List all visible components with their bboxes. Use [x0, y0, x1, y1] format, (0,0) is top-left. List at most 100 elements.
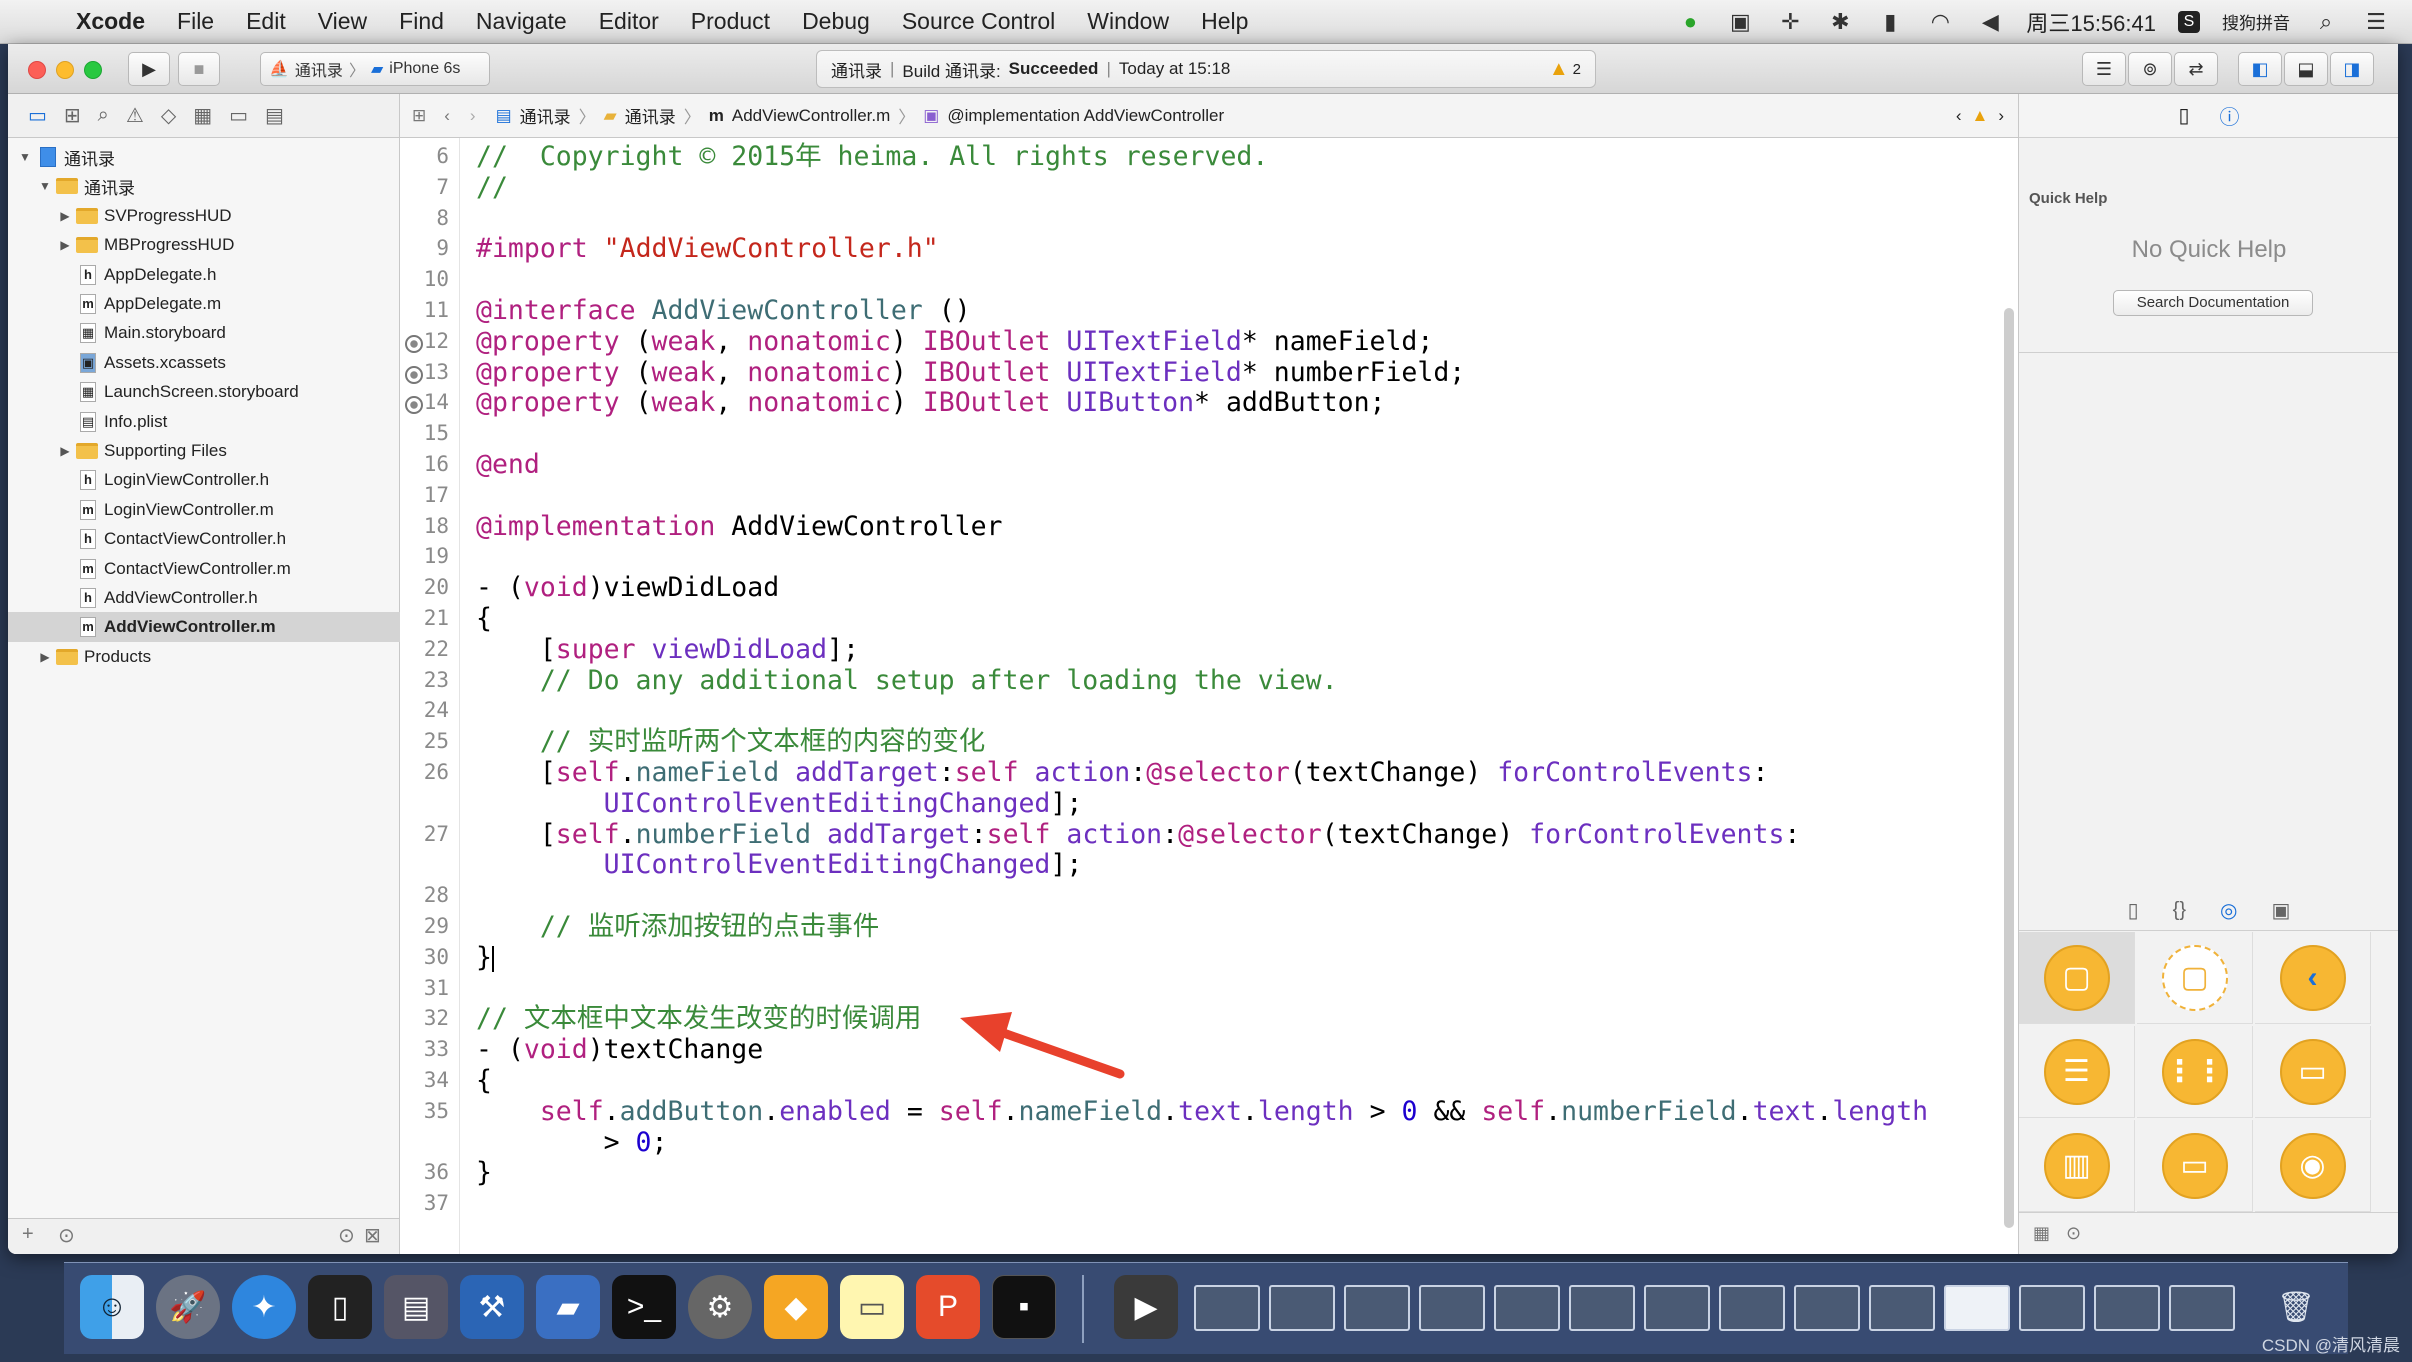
minimized-window-thumbnail[interactable]	[1569, 1285, 1635, 1331]
grid-view-icon[interactable]: ▦	[2033, 1223, 2050, 1244]
safari-icon[interactable]: ✦	[232, 1275, 296, 1339]
file-tree-item[interactable]: ▼ 通讯录	[8, 171, 400, 201]
network-icon[interactable]: ✛	[1776, 9, 1804, 35]
recent-files-icon[interactable]: ⊙	[58, 1223, 75, 1248]
minimize-window-button[interactable]	[56, 61, 74, 79]
trash-icon[interactable]: 🗑	[2264, 1275, 2328, 1339]
line-number[interactable]: 17	[401, 483, 449, 507]
find-navigator-icon[interactable]: ⌕	[98, 104, 109, 127]
library-item-tab-bar-controller[interactable]: ▭	[2255, 1026, 2371, 1118]
code-line[interactable]: UIControlEventEditingChanged];	[476, 788, 1083, 819]
menu-window[interactable]: Window	[1071, 8, 1185, 35]
code-line[interactable]: [super viewDidLoad];	[476, 634, 859, 665]
report-navigator-icon[interactable]: ▤	[265, 103, 284, 128]
line-number-gutter[interactable]: 6 7 8 9 10 11 12 13 14 15 16 17 18 19 20 21 22 23 24 25 26 27…	[400, 138, 460, 1254]
line-number[interactable]: 21	[401, 606, 449, 630]
next-issue-icon[interactable]: ›	[1998, 106, 2004, 126]
minimized-window-thumbnail[interactable]	[1944, 1285, 2010, 1331]
code-line[interactable]: UIControlEventEditingChanged];	[476, 850, 1083, 880]
line-number[interactable]: 23	[401, 668, 449, 692]
line-number[interactable]: 30	[401, 945, 449, 969]
code-line[interactable]: @implementation AddViewController	[476, 511, 1003, 542]
code-snippet-library-icon[interactable]: {}	[2173, 899, 2186, 922]
line-number[interactable]: 19	[401, 544, 449, 568]
object-library-icon[interactable]: ◎	[2220, 898, 2237, 923]
file-tree-item[interactable]: ▶ Supporting Files	[8, 436, 400, 466]
toggle-navigator-button[interactable]: ◧	[2238, 52, 2282, 86]
code-line[interactable]: #import "AddViewController.h"	[476, 234, 939, 264]
line-number[interactable]: 24	[401, 698, 449, 722]
line-number[interactable]: 37	[401, 1191, 449, 1215]
library-item-glkit-view-controller[interactable]: ◉	[2255, 1120, 2371, 1212]
minimized-window-thumbnail[interactable]	[1269, 1285, 1335, 1331]
mouse-app-icon[interactable]: ▯	[308, 1275, 372, 1339]
minimized-window-thumbnail[interactable]	[1419, 1285, 1485, 1331]
minimized-window-thumbnail[interactable]	[2019, 1285, 2085, 1331]
code-line[interactable]: {	[476, 1066, 492, 1096]
filter-options-icon[interactable]: ⊠	[364, 1223, 381, 1248]
menu-edit[interactable]: Edit	[230, 8, 302, 35]
code-line[interactable]: //	[476, 172, 508, 203]
minimized-window-thumbnail[interactable]	[1869, 1285, 1935, 1331]
filter-icon[interactable]: ⊙	[2066, 1223, 2081, 1244]
line-number[interactable]: 20	[401, 575, 449, 599]
menu-help[interactable]: Help	[1185, 8, 1264, 35]
disclosure-open-icon[interactable]: ▼	[38, 179, 52, 193]
menu-app-name[interactable]: Xcode	[60, 8, 161, 35]
file-tree-item[interactable]: ▤ Info.plist	[8, 407, 400, 437]
terminal-icon[interactable]: >_	[612, 1275, 676, 1339]
code-line[interactable]: }	[476, 942, 492, 973]
code-line[interactable]: @property (weak, nonatomic) IBOutlet UIT…	[476, 357, 1465, 388]
line-number[interactable]: 33	[401, 1037, 449, 1061]
file-tree-item[interactable]: ▶ SVProgressHUD	[8, 201, 400, 231]
line-number[interactable]: 9	[401, 236, 449, 260]
code-line[interactable]: {	[476, 604, 492, 634]
file-tree-item[interactable]: m LoginViewController.m	[8, 495, 400, 525]
source-editor[interactable]: 6 7 8 9 10 11 12 13 14 15 16 17 18 19 20 21 22 23 24 25 26 27…	[400, 138, 2018, 1254]
file-tree-item[interactable]: ▼ 通讯录	[8, 142, 400, 172]
volume-icon[interactable]: ◀	[1976, 9, 2004, 35]
outlet-connection-icon[interactable]	[405, 334, 423, 353]
search-documentation-button[interactable]: Search Documentation	[2113, 290, 2313, 316]
line-number[interactable]: 34	[401, 1068, 449, 1092]
prev-issue-icon[interactable]: ‹	[1956, 106, 1962, 126]
standard-editor-button[interactable]: ☰	[2082, 52, 2126, 86]
line-number[interactable]: 18	[401, 514, 449, 538]
add-file-icon[interactable]: +	[22, 1223, 34, 1246]
scm-filter-icon[interactable]: ⊙	[338, 1223, 355, 1248]
code-line[interactable]: [self.numberField addTarget:self action:…	[476, 819, 1801, 850]
file-tree-item[interactable]: ▦ Main.storyboard	[8, 318, 400, 348]
back-arrow-icon[interactable]: ‹	[444, 106, 450, 126]
minimized-window-thumbnail[interactable]	[1494, 1285, 1560, 1331]
xcode-dock-icon[interactable]: ⚒	[460, 1275, 524, 1339]
spotlight-search-icon[interactable]: ⌕	[2312, 9, 2340, 35]
issue-navigator-icon[interactable]: ⚠	[126, 103, 144, 128]
file-tree-item[interactable]: m ContactViewController.m	[8, 554, 400, 584]
menu-find[interactable]: Find	[383, 8, 460, 35]
related-items-icon[interactable]: ⊞	[412, 106, 426, 126]
keynote-icon[interactable]: P	[916, 1275, 980, 1339]
code-line[interactable]: // Do any additional setup after loading…	[476, 665, 1338, 696]
menu-view[interactable]: View	[302, 8, 383, 35]
file-template-library-icon[interactable]: ▯	[2128, 898, 2139, 923]
library-item-collection-view-controller[interactable]: ⋮⋮	[2137, 1026, 2253, 1118]
menu-file[interactable]: File	[161, 8, 230, 35]
library-item-page-view-controller[interactable]: ▭	[2137, 1120, 2253, 1212]
code-line[interactable]: // 监听添加按钮的点击事件	[476, 912, 879, 942]
disclosure-closed-icon[interactable]: ▶	[58, 444, 72, 458]
code-line[interactable]: @interface AddViewController ()	[476, 296, 971, 326]
photo-app-icon[interactable]: ▤	[384, 1275, 448, 1339]
file-tree-item[interactable]: h AppDelegate.h	[8, 260, 400, 290]
line-number[interactable]: 6	[401, 144, 449, 168]
quicktime-icon[interactable]: ▶	[1114, 1275, 1178, 1339]
menu-editor[interactable]: Editor	[583, 8, 675, 35]
debug-navigator-icon[interactable]: ▦	[193, 103, 212, 128]
code-line[interactable]: @property (weak, nonatomic) IBOutlet UIT…	[476, 326, 1433, 357]
system-preferences-icon[interactable]: ⚙	[688, 1275, 752, 1339]
file-tree-item[interactable]: ▦ LaunchScreen.storyboard	[8, 377, 400, 407]
screen-record-icon[interactable]: ▣	[1726, 9, 1754, 35]
input-method-icon[interactable]: S	[2178, 10, 2200, 33]
run-button[interactable]: ▶	[128, 52, 170, 86]
disclosure-closed-icon[interactable]: ▶	[58, 238, 72, 252]
line-number[interactable]: 10	[401, 267, 449, 291]
